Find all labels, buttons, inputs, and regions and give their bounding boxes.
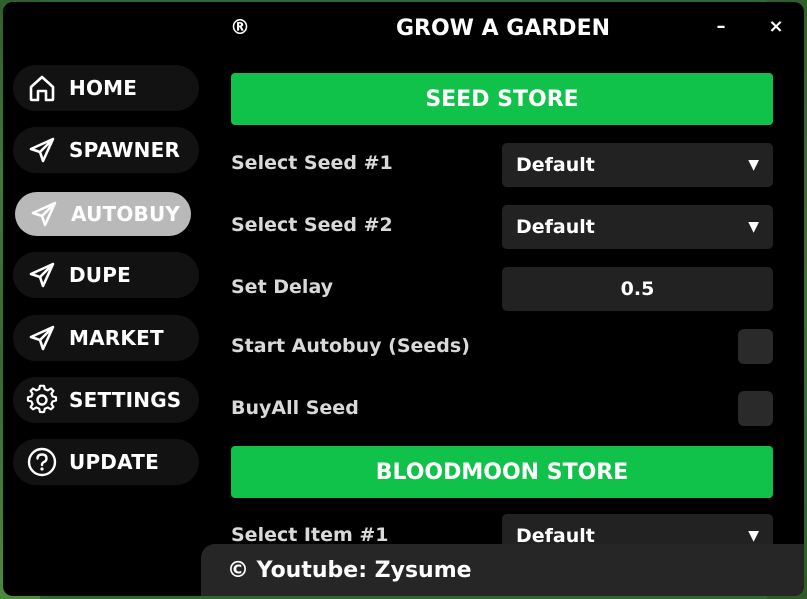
scroll-clip: Select Item #1 Default ▼ (3, 2, 804, 544)
select-item-1-dropdown[interactable]: Default ▼ (502, 514, 773, 544)
dropdown-value: Default (516, 525, 595, 544)
caret-down-icon: ▼ (748, 528, 759, 544)
select-item-1-label: Select Item #1 (231, 524, 389, 544)
footer-credit: © Youtube: Zysume (201, 544, 804, 596)
app-window: HOME SPAWNER AUTOBUY DUPE MARKET SETTING… (3, 2, 804, 596)
